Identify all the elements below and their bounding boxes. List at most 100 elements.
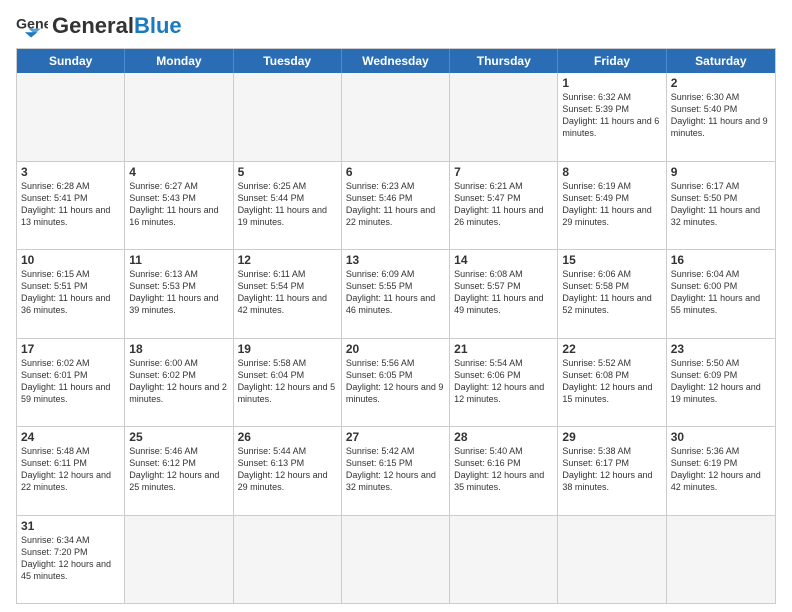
- calendar-cell: 24Sunrise: 5:48 AM Sunset: 6:11 PM Dayli…: [17, 427, 125, 515]
- calendar-header-wednesday: Wednesday: [342, 49, 450, 73]
- day-number: 1: [562, 76, 661, 90]
- day-number: 8: [562, 165, 661, 179]
- calendar-cell: 17Sunrise: 6:02 AM Sunset: 6:01 PM Dayli…: [17, 339, 125, 427]
- day-number: 10: [21, 253, 120, 267]
- calendar-cell: 30Sunrise: 5:36 AM Sunset: 6:19 PM Dayli…: [667, 427, 775, 515]
- day-info: Sunrise: 5:48 AM Sunset: 6:11 PM Dayligh…: [21, 445, 120, 494]
- calendar-cell: 2Sunrise: 6:30 AM Sunset: 5:40 PM Daylig…: [667, 73, 775, 161]
- calendar-cell: [667, 516, 775, 604]
- day-number: 4: [129, 165, 228, 179]
- day-info: Sunrise: 5:40 AM Sunset: 6:16 PM Dayligh…: [454, 445, 553, 494]
- day-info: Sunrise: 6:21 AM Sunset: 5:47 PM Dayligh…: [454, 180, 553, 229]
- day-info: Sunrise: 6:13 AM Sunset: 5:53 PM Dayligh…: [129, 268, 228, 317]
- logo: General GeneralBlue: [16, 12, 182, 40]
- day-number: 25: [129, 430, 228, 444]
- day-number: 22: [562, 342, 661, 356]
- calendar-cell: 23Sunrise: 5:50 AM Sunset: 6:09 PM Dayli…: [667, 339, 775, 427]
- day-number: 15: [562, 253, 661, 267]
- calendar-cell: 7Sunrise: 6:21 AM Sunset: 5:47 PM Daylig…: [450, 162, 558, 250]
- day-info: Sunrise: 6:19 AM Sunset: 5:49 PM Dayligh…: [562, 180, 661, 229]
- calendar-cell: 12Sunrise: 6:11 AM Sunset: 5:54 PM Dayli…: [234, 250, 342, 338]
- calendar-cell: 25Sunrise: 5:46 AM Sunset: 6:12 PM Dayli…: [125, 427, 233, 515]
- calendar-cell: 22Sunrise: 5:52 AM Sunset: 6:08 PM Dayli…: [558, 339, 666, 427]
- calendar-cell: 5Sunrise: 6:25 AM Sunset: 5:44 PM Daylig…: [234, 162, 342, 250]
- logo-text: GeneralBlue: [52, 15, 182, 37]
- day-number: 19: [238, 342, 337, 356]
- calendar-cell: 11Sunrise: 6:13 AM Sunset: 5:53 PM Dayli…: [125, 250, 233, 338]
- day-info: Sunrise: 5:46 AM Sunset: 6:12 PM Dayligh…: [129, 445, 228, 494]
- calendar-cell: 31Sunrise: 6:34 AM Sunset: 7:20 PM Dayli…: [17, 516, 125, 604]
- calendar-header-row: SundayMondayTuesdayWednesdayThursdayFrid…: [17, 49, 775, 73]
- day-info: Sunrise: 6:15 AM Sunset: 5:51 PM Dayligh…: [21, 268, 120, 317]
- calendar-week-6: 31Sunrise: 6:34 AM Sunset: 7:20 PM Dayli…: [17, 515, 775, 604]
- calendar-cell: 18Sunrise: 6:00 AM Sunset: 6:02 PM Dayli…: [125, 339, 233, 427]
- day-number: 13: [346, 253, 445, 267]
- calendar-week-1: 1Sunrise: 6:32 AM Sunset: 5:39 PM Daylig…: [17, 73, 775, 161]
- calendar: SundayMondayTuesdayWednesdayThursdayFrid…: [16, 48, 776, 604]
- calendar-cell: [125, 73, 233, 161]
- day-info: Sunrise: 5:44 AM Sunset: 6:13 PM Dayligh…: [238, 445, 337, 494]
- calendar-cell: [342, 73, 450, 161]
- calendar-cell: 15Sunrise: 6:06 AM Sunset: 5:58 PM Dayli…: [558, 250, 666, 338]
- calendar-header-sunday: Sunday: [17, 49, 125, 73]
- day-number: 3: [21, 165, 120, 179]
- calendar-cell: 20Sunrise: 5:56 AM Sunset: 6:05 PM Dayli…: [342, 339, 450, 427]
- day-number: 17: [21, 342, 120, 356]
- calendar-cell: [558, 516, 666, 604]
- day-info: Sunrise: 6:06 AM Sunset: 5:58 PM Dayligh…: [562, 268, 661, 317]
- day-info: Sunrise: 6:09 AM Sunset: 5:55 PM Dayligh…: [346, 268, 445, 317]
- day-info: Sunrise: 5:38 AM Sunset: 6:17 PM Dayligh…: [562, 445, 661, 494]
- day-number: 21: [454, 342, 553, 356]
- day-info: Sunrise: 6:04 AM Sunset: 6:00 PM Dayligh…: [671, 268, 771, 317]
- day-info: Sunrise: 5:56 AM Sunset: 6:05 PM Dayligh…: [346, 357, 445, 406]
- day-info: Sunrise: 6:23 AM Sunset: 5:46 PM Dayligh…: [346, 180, 445, 229]
- calendar-cell: 27Sunrise: 5:42 AM Sunset: 6:15 PM Dayli…: [342, 427, 450, 515]
- day-number: 5: [238, 165, 337, 179]
- calendar-week-2: 3Sunrise: 6:28 AM Sunset: 5:41 PM Daylig…: [17, 161, 775, 250]
- day-number: 23: [671, 342, 771, 356]
- page-header: General GeneralBlue: [16, 12, 776, 40]
- day-number: 28: [454, 430, 553, 444]
- day-info: Sunrise: 6:08 AM Sunset: 5:57 PM Dayligh…: [454, 268, 553, 317]
- calendar-header-tuesday: Tuesday: [234, 49, 342, 73]
- day-number: 30: [671, 430, 771, 444]
- day-info: Sunrise: 6:28 AM Sunset: 5:41 PM Dayligh…: [21, 180, 120, 229]
- day-number: 29: [562, 430, 661, 444]
- day-number: 20: [346, 342, 445, 356]
- calendar-cell: [450, 73, 558, 161]
- calendar-cell: [450, 516, 558, 604]
- day-info: Sunrise: 5:42 AM Sunset: 6:15 PM Dayligh…: [346, 445, 445, 494]
- day-info: Sunrise: 6:25 AM Sunset: 5:44 PM Dayligh…: [238, 180, 337, 229]
- calendar-week-5: 24Sunrise: 5:48 AM Sunset: 6:11 PM Dayli…: [17, 426, 775, 515]
- day-info: Sunrise: 5:36 AM Sunset: 6:19 PM Dayligh…: [671, 445, 771, 494]
- day-number: 27: [346, 430, 445, 444]
- calendar-cell: 16Sunrise: 6:04 AM Sunset: 6:00 PM Dayli…: [667, 250, 775, 338]
- day-number: 12: [238, 253, 337, 267]
- day-info: Sunrise: 5:58 AM Sunset: 6:04 PM Dayligh…: [238, 357, 337, 406]
- day-number: 2: [671, 76, 771, 90]
- calendar-cell: 6Sunrise: 6:23 AM Sunset: 5:46 PM Daylig…: [342, 162, 450, 250]
- day-info: Sunrise: 6:11 AM Sunset: 5:54 PM Dayligh…: [238, 268, 337, 317]
- day-info: Sunrise: 6:17 AM Sunset: 5:50 PM Dayligh…: [671, 180, 771, 229]
- calendar-cell: [125, 516, 233, 604]
- day-number: 26: [238, 430, 337, 444]
- calendar-week-4: 17Sunrise: 6:02 AM Sunset: 6:01 PM Dayli…: [17, 338, 775, 427]
- calendar-cell: 28Sunrise: 5:40 AM Sunset: 6:16 PM Dayli…: [450, 427, 558, 515]
- calendar-cell: [17, 73, 125, 161]
- calendar-cell: 14Sunrise: 6:08 AM Sunset: 5:57 PM Dayli…: [450, 250, 558, 338]
- day-number: 18: [129, 342, 228, 356]
- calendar-cell: 19Sunrise: 5:58 AM Sunset: 6:04 PM Dayli…: [234, 339, 342, 427]
- day-info: Sunrise: 6:34 AM Sunset: 7:20 PM Dayligh…: [21, 534, 120, 583]
- day-number: 16: [671, 253, 771, 267]
- calendar-header-saturday: Saturday: [667, 49, 775, 73]
- calendar-cell: 13Sunrise: 6:09 AM Sunset: 5:55 PM Dayli…: [342, 250, 450, 338]
- day-number: 14: [454, 253, 553, 267]
- calendar-body: 1Sunrise: 6:32 AM Sunset: 5:39 PM Daylig…: [17, 73, 775, 603]
- day-info: Sunrise: 6:30 AM Sunset: 5:40 PM Dayligh…: [671, 91, 771, 140]
- day-number: 31: [21, 519, 120, 533]
- calendar-week-3: 10Sunrise: 6:15 AM Sunset: 5:51 PM Dayli…: [17, 249, 775, 338]
- calendar-cell: 10Sunrise: 6:15 AM Sunset: 5:51 PM Dayli…: [17, 250, 125, 338]
- day-info: Sunrise: 6:00 AM Sunset: 6:02 PM Dayligh…: [129, 357, 228, 406]
- day-info: Sunrise: 5:52 AM Sunset: 6:08 PM Dayligh…: [562, 357, 661, 406]
- day-number: 9: [671, 165, 771, 179]
